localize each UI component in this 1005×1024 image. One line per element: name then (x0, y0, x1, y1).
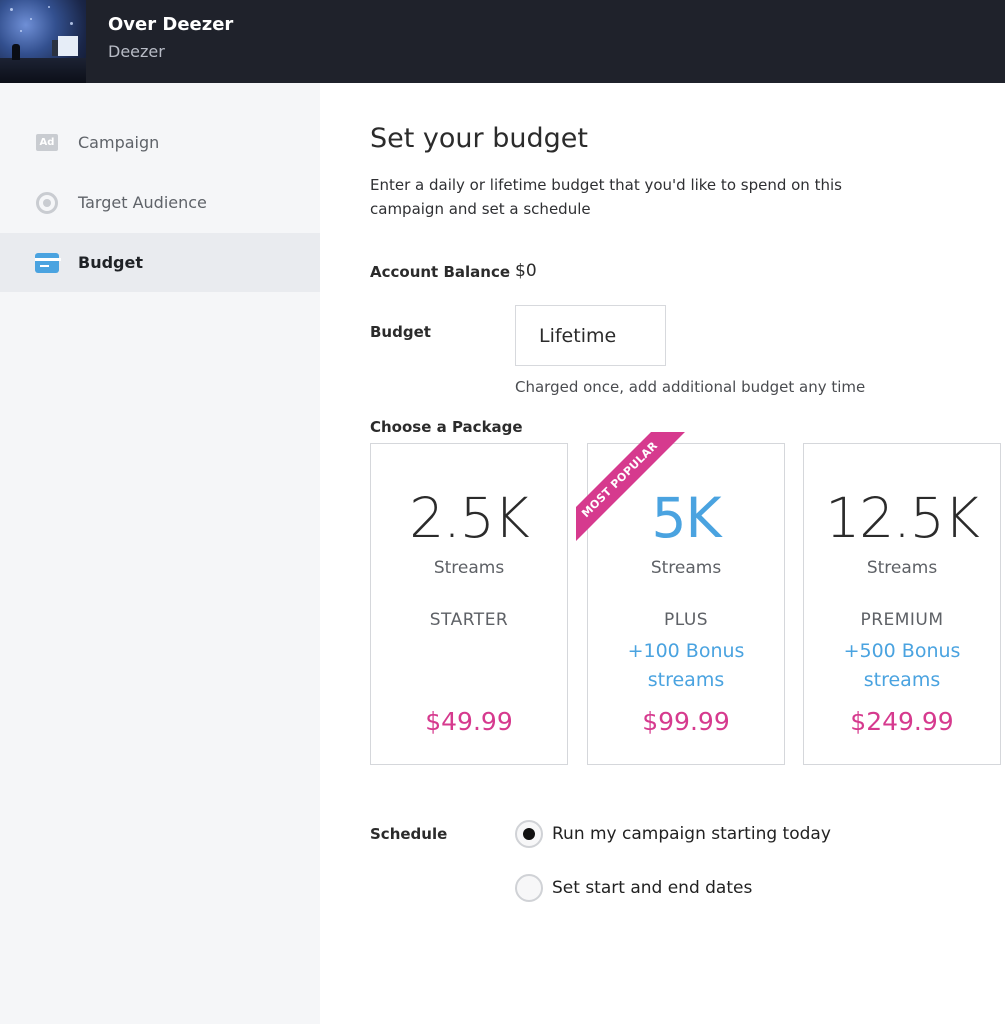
ad-icon: Ad (35, 131, 59, 155)
package-tier: PREMIUM (860, 610, 944, 630)
sidebar-item-label: Target Audience (78, 193, 207, 212)
sidebar: Ad Campaign Target Audience Budget (0, 83, 320, 1024)
sidebar-item-budget[interactable]: Budget (0, 233, 320, 292)
package-bonus: +500 Bonus streams (843, 640, 961, 691)
sidebar-item-label: Campaign (78, 133, 160, 152)
package-tier: PLUS (663, 610, 709, 630)
sidebar-item-campaign[interactable]: Ad Campaign (0, 113, 320, 172)
budget-panel: Set your budget Enter a daily or lifetim… (320, 83, 1005, 1024)
package-price: $249.99 (850, 707, 954, 736)
package-amount: 12.5K (825, 486, 980, 550)
schedule-label: Schedule (370, 825, 448, 843)
package-card-plus[interactable]: MOST POPULAR 5K Streams PLUS +100 Bonus … (576, 432, 785, 765)
account-balance-label: Account Balance (370, 263, 511, 281)
top-bar: Over Deezer Deezer (0, 0, 1005, 83)
schedule-option-today[interactable]: Run my campaign starting today (515, 820, 831, 848)
package-unit: Streams (866, 558, 938, 578)
schedule-option-label: Run my campaign starting today (552, 824, 831, 844)
page-title: Set your budget (370, 123, 588, 154)
package-price: $99.99 (642, 707, 730, 736)
schedule-option-label: Set start and end dates (552, 878, 753, 898)
package-unit: Streams (433, 558, 505, 578)
account-balance-value: $0 (515, 261, 537, 281)
package-bonus: +100 Bonus streams (627, 640, 745, 691)
package-amount: 2.5K (409, 486, 530, 550)
radio-unselected[interactable] (515, 874, 543, 902)
campaign-thumbnail (0, 0, 86, 83)
choose-package-label: Choose a Package (370, 418, 523, 436)
target-icon (35, 191, 59, 215)
package-amount: 5K (651, 486, 721, 550)
package-unit: Streams (650, 558, 722, 578)
page-description: Enter a daily or lifetime budget that yo… (370, 176, 842, 218)
radio-selected[interactable] (515, 820, 543, 848)
budget-label: Budget (370, 323, 431, 341)
budget-type-select[interactable]: Lifetime (515, 305, 666, 366)
budget-hint: Charged once, add additional budget any … (515, 378, 866, 396)
package-card-premium[interactable]: 12.5K Streams PREMIUM +500 Bonus streams… (803, 443, 1001, 765)
sidebar-item-label: Budget (78, 253, 143, 272)
package-tier: STARTER (429, 610, 509, 630)
package-card-starter[interactable]: 2.5K Streams STARTER $49.99 (370, 443, 568, 765)
campaign-title: Over Deezer (108, 14, 234, 35)
schedule-option-dates[interactable]: Set start and end dates (515, 874, 752, 902)
credit-card-icon (35, 251, 61, 275)
sidebar-item-target-audience[interactable]: Target Audience (0, 173, 320, 232)
campaign-subtitle: Deezer (108, 42, 165, 61)
package-price: $49.99 (425, 707, 513, 736)
